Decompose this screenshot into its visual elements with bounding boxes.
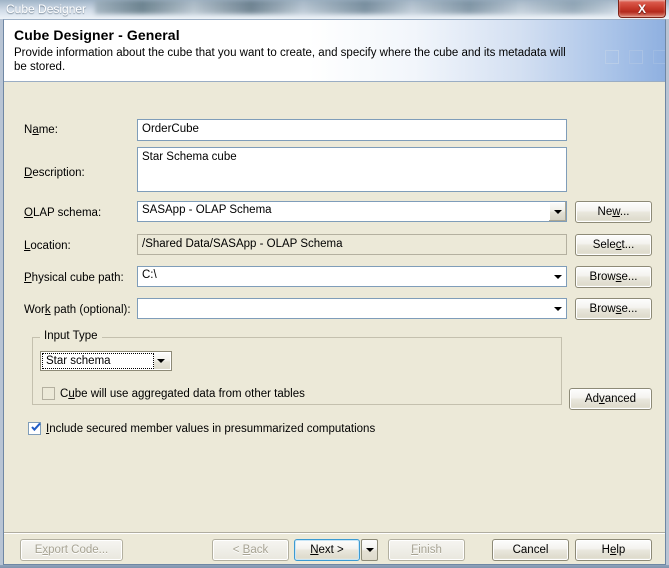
window-title: Cube Designer xyxy=(6,2,87,16)
aggregated-data-checkbox-label: Cube will use aggregated data from other… xyxy=(60,387,305,400)
wizard-header: Cube Designer - General Provide informat… xyxy=(4,20,665,82)
help-button[interactable]: Help xyxy=(575,539,652,561)
description-input[interactable]: Star Schema cube xyxy=(137,147,567,192)
work-path-combo[interactable] xyxy=(137,298,567,319)
chevron-down-icon[interactable] xyxy=(153,352,169,370)
browse-work-path-button[interactable]: Browse... xyxy=(575,298,652,320)
header-decor-square-1 xyxy=(605,50,619,64)
finish-button[interactable]: Finish xyxy=(388,539,465,561)
page-description: Provide information about the cube that … xyxy=(14,47,566,73)
physical-cube-path-value: C:\ xyxy=(142,269,157,281)
secured-members-checkbox[interactable]: Include secured member values in presumm… xyxy=(28,422,375,435)
export-code-button[interactable]: Export Code... xyxy=(20,539,123,561)
input-type-value: Star schema xyxy=(42,353,154,369)
location-input: /Shared Data/SASApp - OLAP Schema xyxy=(137,234,567,255)
description-label: Description: xyxy=(24,167,85,179)
location-label: Location: xyxy=(24,240,71,252)
name-input[interactable]: OrderCube xyxy=(137,119,567,141)
secured-members-checkbox-label: Include secured member values in presumm… xyxy=(46,422,376,435)
checkbox-box[interactable] xyxy=(28,422,41,435)
window-titlebar[interactable]: Cube Designer X xyxy=(0,0,669,19)
close-icon: X xyxy=(637,1,646,16)
aggregated-data-checkbox[interactable]: Cube will use aggregated data from other… xyxy=(42,387,305,400)
page-title: Cube Designer - General xyxy=(14,27,180,43)
back-button[interactable]: < Back xyxy=(212,539,289,561)
header-decor-square-3 xyxy=(653,50,665,64)
chevron-down-icon[interactable] xyxy=(549,299,566,318)
input-type-combo[interactable]: Star schema xyxy=(40,351,172,371)
select-button[interactable]: Select... xyxy=(575,234,652,256)
chevron-down-icon[interactable] xyxy=(549,267,566,286)
checkbox-box[interactable] xyxy=(42,387,55,400)
input-type-legend: Input Type xyxy=(40,330,102,342)
browse-physical-path-button[interactable]: Browse... xyxy=(575,266,652,288)
olap-schema-label: OLAP schema: xyxy=(24,207,102,219)
cube-designer-window: Cube Designer X Cube Designer - General … xyxy=(0,0,669,568)
physical-cube-path-combo[interactable]: C:\ xyxy=(137,266,567,287)
close-button[interactable]: X xyxy=(618,0,666,18)
form-panel: Name: OrderCube Description: Star Schema… xyxy=(4,82,665,532)
name-label: Name: xyxy=(24,124,58,136)
chevron-down-icon xyxy=(365,548,374,552)
footer-buttonbar: Export Code... < Back Next > Finish Canc… xyxy=(4,534,665,564)
olap-schema-value: SASApp - OLAP Schema xyxy=(142,204,272,216)
new-button[interactable]: New... xyxy=(575,201,652,223)
check-icon xyxy=(31,422,41,432)
next-dropdown-button[interactable] xyxy=(361,539,378,561)
dialog-frame: Cube Designer - General Provide informat… xyxy=(3,19,666,565)
olap-schema-combo[interactable]: SASApp - OLAP Schema xyxy=(137,201,567,222)
next-button[interactable]: Next > xyxy=(294,539,360,561)
physical-cube-path-label: Physical cube path: xyxy=(24,272,124,284)
work-path-label: Work path (optional): xyxy=(24,304,131,316)
header-decor-square-2 xyxy=(629,50,643,64)
titlebar-background-blur xyxy=(95,0,615,14)
chevron-down-icon[interactable] xyxy=(548,202,566,221)
cancel-button[interactable]: Cancel xyxy=(492,539,569,561)
advanced-button[interactable]: Advanced xyxy=(569,388,652,410)
